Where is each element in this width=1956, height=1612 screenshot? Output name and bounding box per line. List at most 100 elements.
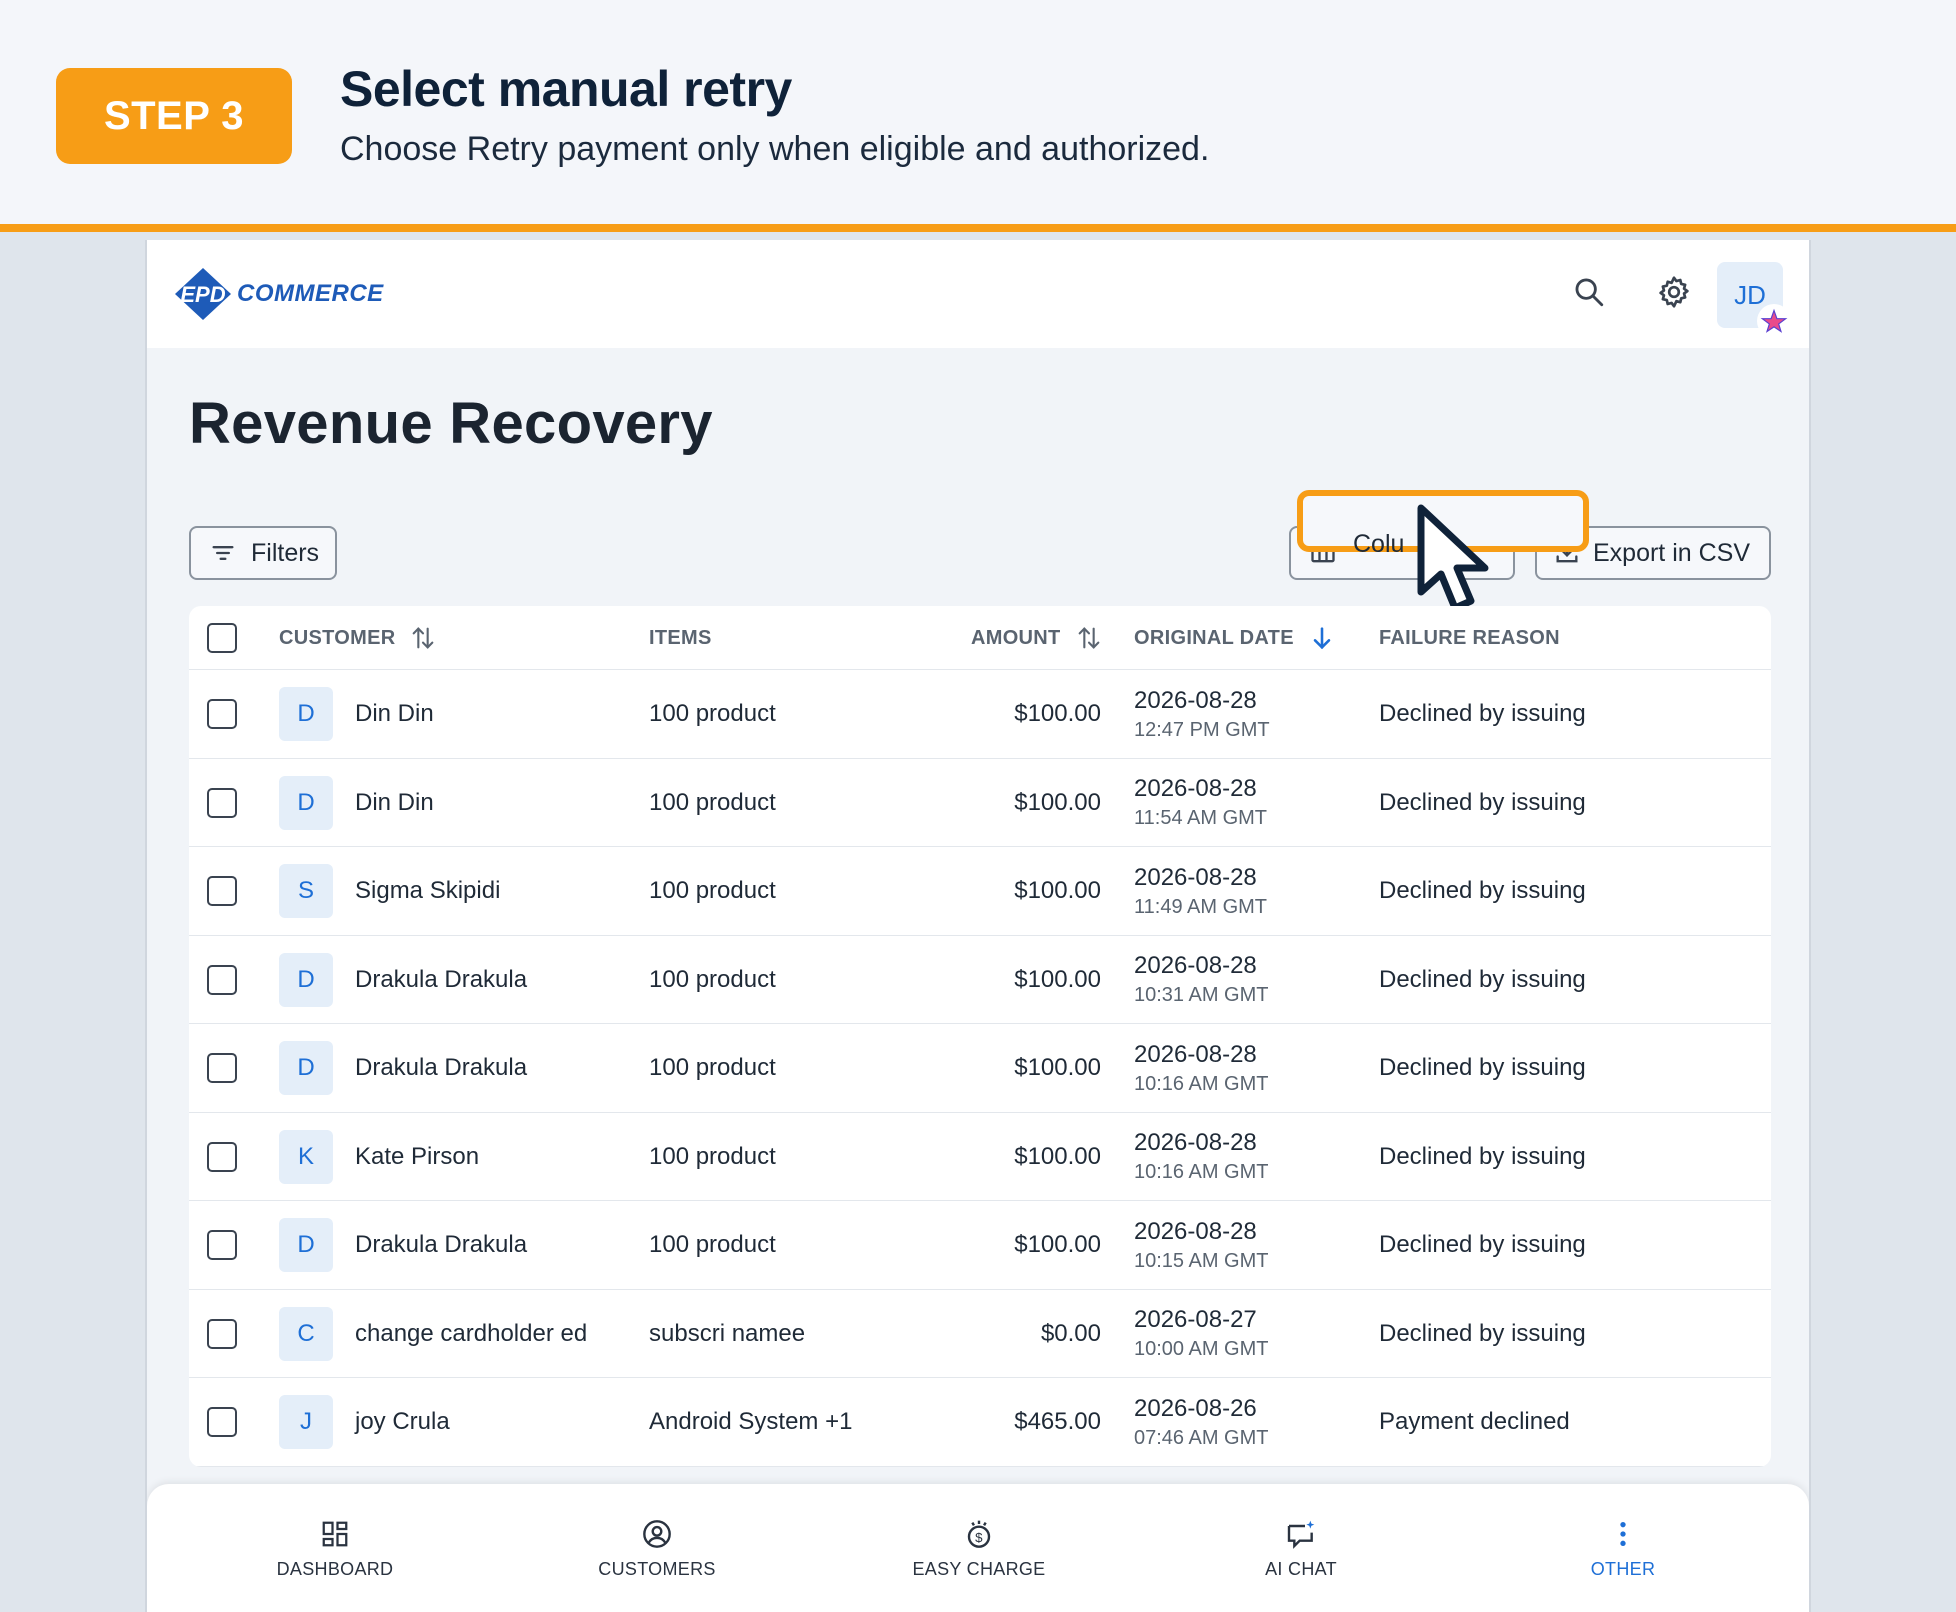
recovery-table: CUSTOMER ITEMS AMOUNT ORIGINAL DATE FAIL…: [189, 606, 1771, 1467]
time-value: 12:47 PM GMT: [1134, 718, 1270, 741]
row-checkbox-cell: [207, 1113, 237, 1201]
search-button[interactable]: [1567, 270, 1611, 314]
customer-initial-cell: J: [279, 1378, 333, 1466]
filter-icon: [212, 546, 234, 560]
table-row[interactable]: S Sigma Skipidi 100 product $100.00 2026-08-…: [189, 847, 1771, 936]
failure-reason: Declined by issuing: [1379, 877, 1586, 904]
table-row[interactable]: Jjoy Crula Android System +1 $465.00 2026-0…: [189, 1378, 1771, 1467]
nav-ai-chat-label: AI CHAT: [1265, 1558, 1337, 1579]
failure-reason: Declined by issuing: [1379, 1054, 1586, 1081]
nav-ai-chat[interactable]: AI CHAT: [1201, 1484, 1401, 1612]
row-checkbox[interactable]: [207, 1230, 237, 1260]
amount-cell: $100.00: [1014, 1054, 1101, 1081]
nav-other[interactable]: OTHER: [1523, 1484, 1723, 1612]
failure-reason-cell: Payment declined: [1379, 1378, 1609, 1466]
date-value: 2026-08-28: [1134, 863, 1257, 891]
col-customer-header[interactable]: CUSTOMER: [279, 606, 437, 670]
failure-reason: Declined by issuing: [1379, 700, 1586, 727]
row-checkbox[interactable]: [207, 1053, 237, 1083]
select-all-cell: [207, 606, 237, 670]
table-row[interactable]: D Drakula Drakula 100 product $100.00 2026-0…: [189, 936, 1771, 1024]
amount-cell: $100.00: [1014, 788, 1101, 816]
row-checkbox-cell: [207, 670, 237, 758]
easy-charge-icon: $: [967, 1520, 991, 1548]
mouse-cursor-icon: [1417, 504, 1489, 612]
dashboard-icon: [322, 1521, 348, 1546]
customer-initial: K: [279, 1129, 333, 1184]
customer-name: Kate Pirson: [355, 1142, 480, 1170]
logo[interactable]: EPD COMMERCE: [173, 266, 384, 322]
row-checkbox[interactable]: [207, 1141, 237, 1172]
customer-name: Drakula Drakula: [355, 1231, 528, 1258]
failure-reason-cell: Declined by issuing: [1379, 1290, 1609, 1378]
col-items-header: ITEMS: [649, 626, 712, 649]
export-csv-label: Export in CSV: [1593, 538, 1751, 567]
filters-button[interactable]: Filters: [189, 526, 337, 580]
items-cell: 100 product: [649, 965, 776, 993]
row-checkbox-cell: [207, 759, 237, 847]
col-original-date-header[interactable]: ORIGINAL DATE: [1134, 606, 1336, 670]
table-row[interactable]: D Drakula Drakula 100 product $100.00 2026-0…: [189, 1201, 1771, 1290]
failure-reason-cell: Declined by issuing: [1379, 759, 1609, 847]
nav-easy-charge-label: EASY CHARGE: [912, 1558, 1046, 1579]
settings-button[interactable]: [1652, 270, 1696, 314]
amount-cell: $100.00: [1014, 1231, 1101, 1258]
table-row[interactable]: D Drakula Drakula 100 product $100.00 2026-0…: [189, 1024, 1771, 1113]
failure-reason-cell: Declined by issuing: [1379, 670, 1609, 758]
failure-reason-cell: Declined by issuing: [1379, 1113, 1609, 1201]
failure-reason: Declined by issuing: [1379, 1231, 1586, 1258]
customer-name: joy Crula: [355, 1408, 450, 1435]
customer-name: Sigma Skipidi: [355, 877, 501, 904]
row-checkbox-cell: [207, 1201, 237, 1289]
columns-label: Colu: [1353, 530, 1405, 558]
nav-other-label: OTHER: [1590, 1558, 1656, 1579]
table-row[interactable]: D Din Din 100 product $100.00 2026-08-28 12:4…: [189, 670, 1771, 759]
table-row[interactable]: Cchange cardholder ed subscri namee $0.00 2…: [189, 1290, 1771, 1378]
time-value: 10:00 AM GMT: [1134, 1338, 1269, 1360]
app-badge-icon: [1757, 304, 1791, 338]
items-cell: 100 product: [649, 1142, 776, 1170]
customer-initial-cell: C: [279, 1290, 333, 1378]
customer-name: Drakula Drakula: [355, 965, 528, 993]
customer-initial-cell: D: [279, 1024, 333, 1112]
customer-initial-cell: D: [279, 670, 333, 758]
step-banner: STEP 3 Select manual retry Choose Retry …: [0, 0, 1956, 232]
top-bar: EPD COMMERCE JD: [147, 240, 1809, 348]
row-checkbox[interactable]: [207, 964, 237, 995]
row-checkbox[interactable]: [207, 1407, 237, 1437]
original-date-cell: 2026-08-28 11:54 AM GMT: [1134, 759, 1267, 847]
nav-customers[interactable]: CUSTOMERS: [557, 1484, 757, 1612]
nav-dashboard[interactable]: DASHBOARD: [235, 1484, 435, 1612]
logo-diamond-icon: EPD: [173, 266, 233, 322]
customer-name: change cardholder ed: [355, 1319, 588, 1347]
failure-reason: Declined by issuing: [1379, 965, 1586, 993]
table-row[interactable]: D Din Din 100 product $100.00 2026-08-28 11:5…: [189, 759, 1771, 847]
customer-initial: D: [279, 687, 333, 741]
row-checkbox[interactable]: [207, 876, 237, 906]
date-value: 2026-08-28: [1134, 952, 1257, 979]
select-all-checkbox[interactable]: [207, 623, 237, 653]
col-amount-header[interactable]: AMOUNT: [971, 606, 1103, 670]
filters-label: Filters: [251, 538, 320, 567]
sort-both-icon: [413, 627, 434, 649]
customers-icon: [643, 1519, 671, 1548]
customer-name: Din Din: [355, 700, 434, 727]
row-checkbox[interactable]: [207, 699, 237, 729]
date-value: 2026-08-27: [1134, 1306, 1257, 1333]
customer-name: Drakula Drakula: [355, 1054, 528, 1081]
customer-initial: J: [279, 1395, 333, 1449]
page-title: Revenue Recovery: [189, 391, 713, 456]
original-date-cell: 2026-08-28 10:16 AM GMT: [1134, 1024, 1269, 1112]
failure-reason-cell: Declined by issuing: [1379, 1024, 1609, 1112]
customer-initial-cell: D: [279, 936, 333, 1024]
svg-text:$: $: [975, 1530, 983, 1545]
row-checkbox[interactable]: [207, 1318, 237, 1349]
amount-cell: $465.00: [1014, 1408, 1101, 1435]
failure-reason-cell: Declined by issuing: [1379, 847, 1609, 935]
customer-initial-cell: K: [279, 1113, 333, 1201]
row-checkbox[interactable]: [207, 787, 237, 818]
table-row[interactable]: K Kate Pirson 100 product $100.00 2026-08-28…: [189, 1113, 1771, 1201]
items-cell: 100 product: [649, 877, 776, 904]
nav-easy-charge[interactable]: $ EASY CHARGE: [879, 1484, 1079, 1612]
search-icon: [1575, 278, 1604, 307]
